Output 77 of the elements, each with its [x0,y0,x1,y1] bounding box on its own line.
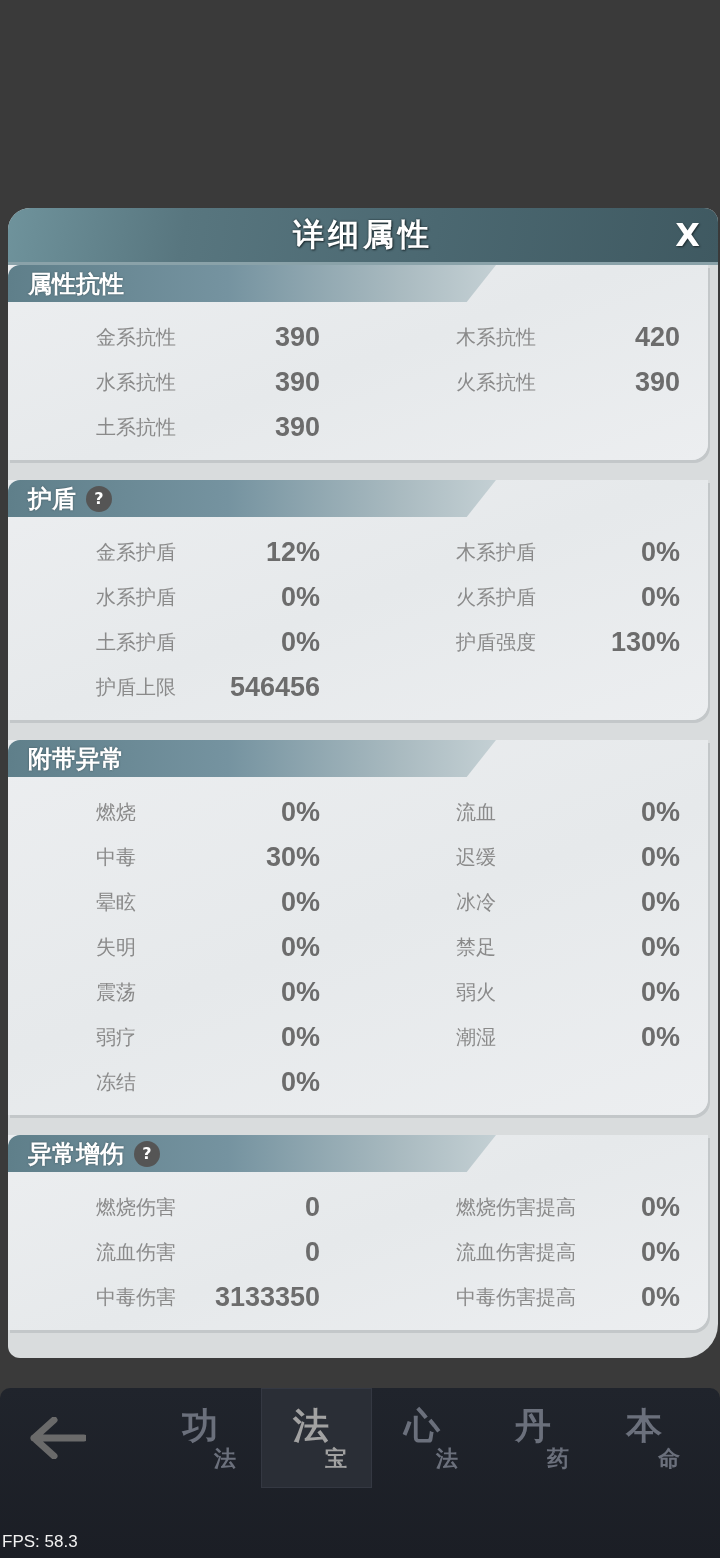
stat-label: 水系抗性 [96,370,176,395]
stat-label: 失明 [96,935,136,960]
stat-label: 火系抗性 [456,370,536,395]
stat-value: 30% [265,842,320,873]
stat-label: 护盾强度 [456,630,536,655]
stat-value: 0% [640,842,680,873]
stat-label: 弱疗 [96,1025,136,1050]
stat-label: 流血伤害 [96,1240,176,1265]
nav-tab[interactable]: 丹 药 [483,1388,594,1488]
stat-label: 震荡 [96,980,136,1005]
stat-label: 中毒伤害提高 [456,1285,576,1310]
stat-label: 冻结 [96,1070,136,1095]
stat-label: 木系抗性 [456,325,536,350]
stat-label: 燃烧 [96,800,136,825]
stat-value: 546456 [229,672,320,703]
stat-value: 0% [280,887,320,918]
stat-value: 390 [274,367,320,398]
stat-value: 0% [640,537,680,568]
stat-value: 0% [640,797,680,828]
stat-value: 3133350 [214,1282,320,1313]
stat-label: 金系护盾 [96,540,176,565]
stat-value: 0% [640,1237,680,1268]
stat-label: 木系护盾 [456,540,536,565]
stat-value: 130% [610,627,680,658]
stat-value: 12% [265,537,320,568]
help-button[interactable]: ? [134,1140,160,1167]
stat-value: 0% [280,797,320,828]
section-title: 附带异常 [28,743,124,774]
stat-label: 禁足 [456,935,496,960]
stat-value: 420 [634,322,680,353]
stat-value: 0% [280,582,320,613]
stat-label: 迟缓 [456,845,496,870]
section-title: 异常增伤 [28,1138,124,1169]
stat-label: 火系护盾 [456,585,536,610]
stat-value: 0% [280,1067,320,1098]
dialog-title: 详细属性 [293,216,433,254]
stat-value: 390 [634,367,680,398]
stat-label: 水系护盾 [96,585,176,610]
section-title: 属性抗性 [28,268,124,299]
stat-value: 390 [274,412,320,443]
stat-label: 中毒伤害 [96,1285,176,1310]
stat-value: 0% [280,932,320,963]
stat-value: 0% [640,932,680,963]
help-button[interactable]: ? [86,485,112,512]
stat-value: 0% [280,627,320,658]
stat-label: 冰冷 [456,890,496,915]
nav-tab[interactable]: 功 法 [150,1388,261,1488]
stat-label: 潮湿 [456,1025,496,1050]
stat-label: 燃烧伤害提高 [456,1195,576,1220]
stat-label: 中毒 [96,845,136,870]
stat-value: 0 [304,1237,320,1268]
nav-tab[interactable]: 本 命 [594,1388,705,1488]
nav-tab[interactable]: 心 法 [372,1388,483,1488]
stat-value: 0 [304,1192,320,1223]
stat-value: 0% [280,977,320,1008]
stat-label: 金系抗性 [96,325,176,350]
stat-label: 流血 [456,800,496,825]
stat-value: 390 [274,322,320,353]
close-button[interactable]: X [671,216,704,254]
stat-value: 0% [640,977,680,1008]
stat-value: 0% [280,1022,320,1053]
section-title: 护盾 [28,483,76,514]
stat-label: 护盾上限 [96,675,176,700]
stat-label: 燃烧伤害 [96,1195,176,1220]
stat-value: 0% [640,1022,680,1053]
stat-value: 0% [640,582,680,613]
stat-label: 弱火 [456,980,496,1005]
back-arrow-icon [30,1417,86,1459]
stat-label: 流血伤害提高 [456,1240,576,1265]
stat-label: 土系抗性 [96,415,176,440]
stat-value: 0% [640,887,680,918]
stat-value: 0% [640,1192,680,1223]
stat-label: 土系护盾 [96,630,176,655]
stat-value: 0% [640,1282,680,1313]
fps-counter: FPS: 58.3 [2,1532,78,1552]
nav-tab[interactable]: 法 宝 [261,1388,372,1488]
stat-label: 晕眩 [96,890,136,915]
